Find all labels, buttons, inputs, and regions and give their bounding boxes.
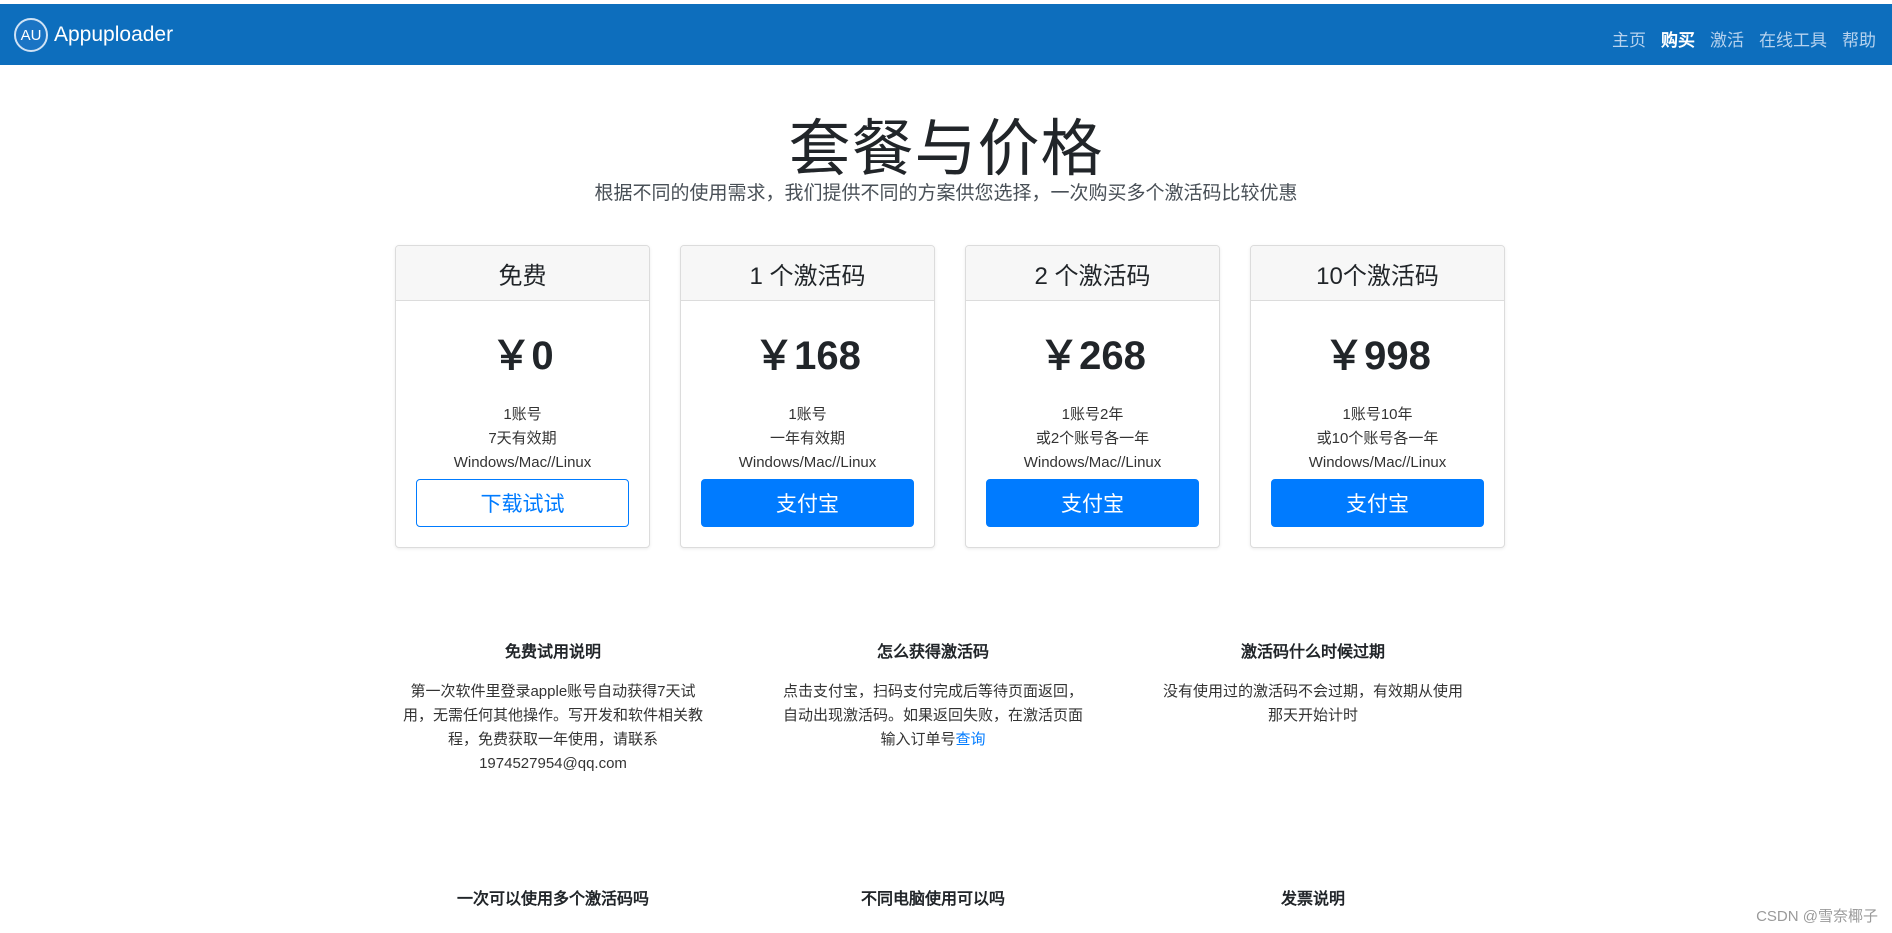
faq-expiry: 激活码什么时候过期 没有使用过的激活码不会过期，有效期从使用那天开始计时 <box>1158 638 1468 728</box>
nav-link-help[interactable]: 帮助 <box>1842 26 1876 51</box>
plan-card-1-code: 1 个激活码 ￥168 1账号 一年有效期 Windows/Mac//Linux… <box>680 245 935 548</box>
faq-get-code: 怎么获得激活码 点击支付宝，扫码支付完成后等待页面返回，自动出现激活码。如果返回… <box>778 638 1088 752</box>
plan-feature: 一年有效期 <box>769 430 845 447</box>
query-link[interactable]: 查询 <box>956 731 986 748</box>
faq-text: 第一次软件里登录apple账号自动获得7天试用，无需任何其他操作。写开发和软件相… <box>402 683 703 772</box>
plan-feature: Windows/Mac//Linux <box>1308 454 1447 471</box>
plan-features: 1账号 一年有效期 Windows/Mac//Linux <box>681 403 934 475</box>
plan-feature: Windows/Mac//Linux <box>453 454 592 471</box>
alipay-button[interactable]: 支付宝 <box>1271 479 1484 527</box>
faq-text: 没有使用过的激活码不会过期，有效期从使用那天开始计时 <box>1162 683 1463 724</box>
plan-feature: 或10个账号各一年 <box>1316 430 1439 447</box>
faq-title: 发票说明 <box>1280 891 1345 908</box>
faq-title: 不同电脑使用可以吗 <box>860 891 1005 908</box>
nav-link-online-tools[interactable]: 在线工具 <box>1759 26 1827 51</box>
plan-features: 1账号2年 或2个账号各一年 Windows/Mac//Linux <box>966 403 1219 475</box>
plan-name: 1 个激活码 <box>681 246 934 301</box>
faq-invoice: 发票说明 <box>1158 885 1468 909</box>
brand-name: Appuploader <box>54 23 174 46</box>
plan-feature: 1账号10年 <box>1342 406 1413 423</box>
brand[interactable]: AU Appuploader <box>14 18 173 52</box>
plan-feature: 或2个账号各一年 <box>1035 430 1150 447</box>
faq-free-trial: 免费试用说明 第一次软件里登录apple账号自动获得7天试用，无需任何其他操作。… <box>398 638 708 776</box>
nav-link-home[interactable]: 主页 <box>1612 26 1646 51</box>
plan-feature: 1账号2年 <box>1061 406 1124 423</box>
plan-name: 10个激活码 <box>1251 246 1504 301</box>
nav-links: 主页 购买 激活 在线工具 帮助 <box>1612 26 1876 51</box>
plan-price: ￥268 <box>1039 334 1146 378</box>
plan-card-2-codes: 2 个激活码 ￥268 1账号2年 或2个账号各一年 Windows/Mac//… <box>965 245 1220 548</box>
plan-feature: Windows/Mac//Linux <box>1023 454 1162 471</box>
plan-features: 1账号 7天有效期 Windows/Mac//Linux <box>396 403 649 475</box>
plan-feature: 7天有效期 <box>488 430 557 447</box>
plan-card-free: 免费 ￥0 1账号 7天有效期 Windows/Mac//Linux 下载试试 <box>395 245 650 548</box>
plan-name: 2 个激活码 <box>966 246 1219 301</box>
faq-multiple-codes: 一次可以使用多个激活码吗 <box>398 885 708 909</box>
plan-feature: 1账号 <box>788 406 827 423</box>
faq-title: 免费试用说明 <box>504 644 601 661</box>
navbar: AU Appuploader 主页 购买 激活 在线工具 帮助 <box>0 4 1892 65</box>
plan-price: ￥0 <box>491 334 554 378</box>
plan-price: ￥998 <box>1324 334 1431 378</box>
download-trial-button[interactable]: 下载试试 <box>416 479 629 527</box>
plan-card-10-codes: 10个激活码 ￥998 1账号10年 或10个账号各一年 Windows/Mac… <box>1250 245 1505 548</box>
plan-name: 免费 <box>396 246 649 301</box>
nav-link-buy[interactable]: 购买 <box>1661 26 1695 51</box>
faq-title: 一次可以使用多个激活码吗 <box>456 891 649 908</box>
faq-text: 点击支付宝，扫码支付完成后等待页面返回，自动出现激活码。如果返回失败，在激活页面… <box>778 680 1088 752</box>
plan-feature: Windows/Mac//Linux <box>738 454 877 471</box>
watermark: CSDN @雪奈椰子 <box>1756 908 1878 925</box>
plan-price: ￥168 <box>754 334 861 378</box>
page-subtitle: 根据不同的使用需求，我们提供不同的方案供您选择，一次购买多个激活码比较优惠 <box>594 183 1298 204</box>
au-logo-icon: AU <box>14 18 48 52</box>
plan-features: 1账号10年 或10个账号各一年 Windows/Mac//Linux <box>1251 403 1504 475</box>
alipay-button[interactable]: 支付宝 <box>701 479 914 527</box>
faq-title: 怎么获得激活码 <box>876 644 989 661</box>
faq-text-body: 点击支付宝，扫码支付完成后等待页面返回，自动出现激活码。如果返回失败，在激活页面… <box>782 683 1083 748</box>
faq-title: 激活码什么时候过期 <box>1240 644 1385 661</box>
plan-feature: 1账号 <box>503 406 542 423</box>
faq-different-computers: 不同电脑使用可以吗 <box>778 885 1088 909</box>
alipay-button[interactable]: 支付宝 <box>986 479 1199 527</box>
nav-link-activate[interactable]: 激活 <box>1710 26 1744 51</box>
page-title: 套餐与价格 <box>788 115 1104 184</box>
